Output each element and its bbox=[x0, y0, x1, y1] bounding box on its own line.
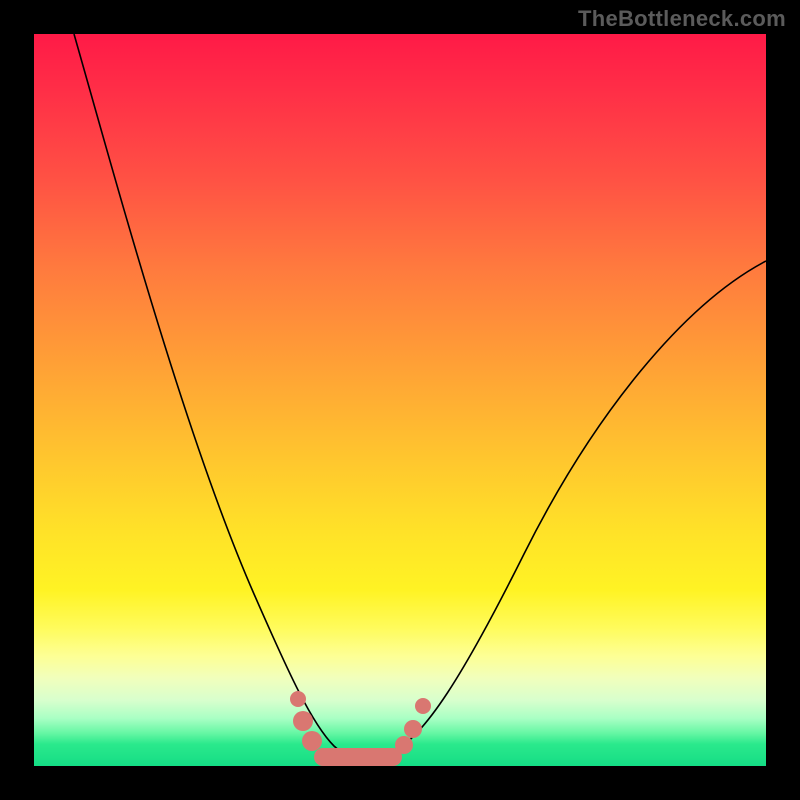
chart-svg bbox=[34, 34, 766, 766]
marker-dot-left-low bbox=[302, 731, 322, 751]
marker-dot-right-upper bbox=[415, 698, 431, 714]
marker-dot-left-upper bbox=[290, 691, 306, 707]
marker-dot-left-mid bbox=[293, 711, 313, 731]
attribution-watermark: TheBottleneck.com bbox=[578, 6, 786, 32]
marker-dot-right-mid bbox=[404, 720, 422, 738]
plot-area bbox=[34, 34, 766, 766]
bottleneck-curve bbox=[74, 34, 766, 758]
marker-dot-right-low bbox=[395, 736, 413, 754]
